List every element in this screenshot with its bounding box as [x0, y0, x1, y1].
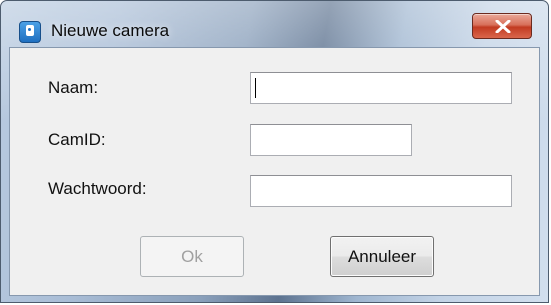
camid-input[interactable] — [250, 124, 412, 156]
close-button[interactable] — [472, 13, 532, 39]
cancel-button[interactable]: Annuleer — [330, 236, 434, 277]
dialog-content: Naam: CamID: Wachtwoord: Ok Annuleer — [9, 47, 540, 296]
password-input[interactable] — [250, 175, 512, 207]
text-caret — [255, 78, 256, 98]
name-input[interactable] — [250, 72, 512, 104]
title-bar[interactable]: Nieuwe camera — [1, 1, 548, 47]
password-label: Wachtwoord: — [48, 179, 147, 198]
ok-button[interactable]: Ok — [140, 236, 244, 277]
dialog-window: Nieuwe camera Naam: CamID: Wachtwoord: O… — [0, 0, 549, 303]
close-icon — [495, 20, 511, 33]
name-label: Naam: — [48, 78, 99, 97]
window-title: Nieuwe camera — [51, 21, 170, 40]
camid-label: CamID: — [48, 130, 106, 149]
camera-app-icon — [19, 21, 41, 43]
